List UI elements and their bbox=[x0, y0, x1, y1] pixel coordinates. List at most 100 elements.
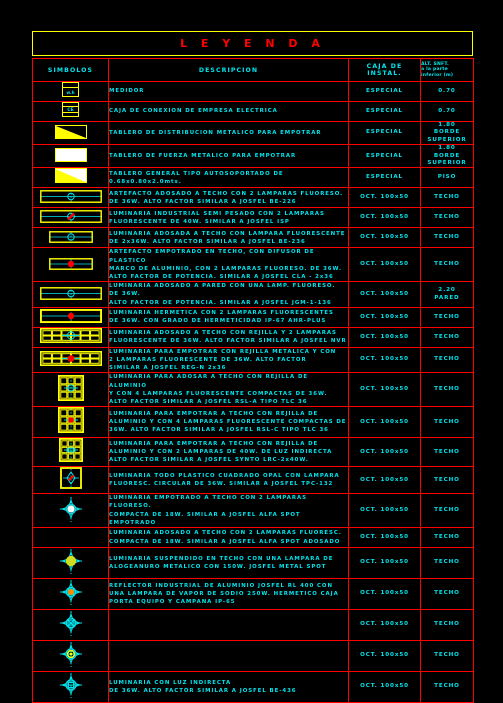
mounting-height-cell: TECHO bbox=[420, 466, 474, 495]
symbol-cell bbox=[32, 372, 109, 408]
description-cell: TABLERO GENERAL TIPO AUTOSOPORTADO DE 0.… bbox=[108, 167, 349, 189]
install-box-cell: OCT. 100x50 bbox=[348, 406, 421, 439]
mounting-height-cell: 0.70 bbox=[420, 81, 474, 102]
install-box-cell: OCT. 100x50 bbox=[348, 527, 421, 549]
symbol-cell bbox=[32, 609, 109, 642]
description-cell: LUMINARIA INDUSTRIAL SEMI PESADO CON 2 L… bbox=[108, 207, 349, 229]
legend-title-bar: L E Y E N D A bbox=[32, 31, 473, 56]
install-box-cell: OCT. 100x50 bbox=[348, 372, 421, 408]
surface-square-louver-4lamp-icon bbox=[57, 374, 84, 401]
table-row: ARTEFACTO ADOSADO A TECHO CON 2 LAMPARAS… bbox=[32, 187, 474, 209]
install-box-cell: OCT. 100x50 bbox=[348, 187, 421, 209]
industrial-reflector-icon bbox=[58, 579, 84, 606]
table-row: TABLERO DE DISTRIBUCION METALICO PARA EM… bbox=[32, 120, 474, 146]
table-row: OCT. 100x50 TECHO bbox=[32, 609, 474, 642]
symbol-cell bbox=[32, 671, 109, 703]
table-row: LUMINARIA ADOSADO A TECHO CON 2 LAMPARAS… bbox=[32, 527, 474, 549]
install-box-cell: OCT. 100x50 bbox=[348, 247, 421, 283]
description-cell: LUMINARIA PARA EMPOTRAR CON REJILLA META… bbox=[108, 346, 349, 374]
mounting-height-cell: 1.80 BORDE SUPERIOR bbox=[420, 120, 474, 146]
table-row: LUMINARIA TODO PLASTICO CUADRADO OPAL CO… bbox=[32, 466, 474, 495]
description-cell: LUMINARIA PARA ADOSAR A TECHO CON REJILL… bbox=[108, 372, 349, 408]
symbol-cell bbox=[32, 227, 109, 249]
description-cell: REFLECTOR INDUSTRIAL DE ALUMINIO JOSFEL … bbox=[108, 578, 349, 611]
table-row: LUMINARIA CON LUZ INDIRECTA DE 36W. ALTO… bbox=[32, 671, 474, 703]
mounting-height-cell: TECHO bbox=[420, 406, 474, 439]
suspended-metal-halide-icon bbox=[58, 548, 84, 575]
watt-hour-meter-box-icon: w.h bbox=[62, 82, 79, 97]
yellow-ring-circle-icon bbox=[58, 641, 84, 668]
symbol-cell bbox=[32, 578, 109, 611]
install-box-cell: OCT. 100x50 bbox=[348, 466, 421, 495]
install-box-cell: OCT. 100x50 bbox=[348, 547, 421, 580]
install-box-cell: OCT. 100x50 bbox=[348, 578, 421, 611]
table-row: LUMINARIA HERMETICA CON 2 LAMPARAS FLUOR… bbox=[32, 306, 474, 328]
table-row: LUMINARIA SUSPENDIDO EN TECHO CON UNA LA… bbox=[32, 547, 474, 580]
symbol-cell bbox=[32, 406, 109, 439]
symbol-cell bbox=[32, 466, 109, 495]
mounting-height-cell: TECHO bbox=[420, 437, 474, 468]
electric-company-connection-box-icon: CE bbox=[62, 102, 79, 117]
table-row: LUMINARIA INDUSTRIAL SEMI PESADO CON 2 L… bbox=[32, 207, 474, 229]
table-row: LUMINARIA ADOSADO A TECHO CON REJILLA Y … bbox=[32, 326, 474, 348]
symbol-cell bbox=[32, 640, 109, 673]
table-row: LUMINARIA ADOSADA A TECHO CON LAMPARA FL… bbox=[32, 227, 474, 249]
install-box-cell: ESPECIAL bbox=[348, 144, 421, 169]
description-cell: ARTEFACTO ADOSADO A TECHO CON 2 LAMPARAS… bbox=[108, 187, 349, 209]
install-box-cell: ESPECIAL bbox=[348, 120, 421, 146]
mounting-height-cell: TECHO bbox=[420, 326, 474, 348]
symbol-cell bbox=[32, 346, 109, 374]
mounting-height-cell: TECHO bbox=[420, 640, 474, 673]
description-cell: LUMINARIA ADOSADO A PARED CON UNA LAMP. … bbox=[108, 281, 349, 308]
install-box-cell: OCT. 100x50 bbox=[348, 227, 421, 249]
table-row: TABLERO DE FUERZA METALICO PARA EMPOTRAR… bbox=[32, 144, 474, 169]
description-cell: LUMINARIA PARA EMPOTRAR A TECHO CON REJI… bbox=[108, 406, 349, 439]
install-box-cell: OCT. 100x50 bbox=[348, 671, 421, 703]
mounting-height-cell: TECHO bbox=[420, 527, 474, 549]
table-row: w.h MEDIDOR ESPECIAL 0.70 bbox=[32, 81, 474, 102]
symbol-cell bbox=[32, 547, 109, 580]
install-box-cell: OCT. 100x50 bbox=[348, 326, 421, 348]
general-panel-icon bbox=[54, 168, 87, 184]
table-row: LUMINARIA EMPOTRADO A TECHO CON 2 LAMPAR… bbox=[32, 493, 474, 529]
industrial-linear-2lamp-icon bbox=[39, 210, 102, 224]
column-header-description: DESCRIPCION bbox=[108, 58, 349, 82]
surface-linear-1lamp-icon bbox=[48, 231, 93, 244]
install-box-cell: ESPECIAL bbox=[348, 101, 421, 122]
description-cell: LUMINARIA HERMETICA CON 2 LAMPARAS FLUOR… bbox=[108, 306, 349, 328]
mounting-height-cell: TECHO bbox=[420, 372, 474, 408]
symbol-cell: w.h bbox=[32, 81, 109, 102]
header-row: SIMBOLOS DESCRIPCION CAJA DE INSTAL. ALT… bbox=[32, 58, 474, 82]
symbol-cell bbox=[32, 247, 109, 283]
description-cell: LUMINARIA ADOSADO A TECHO CON 2 LAMPARAS… bbox=[108, 527, 349, 549]
description-cell: LUMINARIA EMPOTRADO A TECHO CON 2 LAMPAR… bbox=[108, 493, 349, 529]
install-box-cell: OCT. 100x50 bbox=[348, 346, 421, 374]
surface-linear-2lamp-icon bbox=[39, 190, 102, 204]
mounting-height-cell: 0.70 bbox=[420, 101, 474, 122]
description-cell: TABLERO DE FUERZA METALICO PARA EMPOTRAR bbox=[108, 144, 349, 169]
mounting-height-cell: PISO bbox=[420, 167, 474, 189]
description-cell: LUMINARIA TODO PLASTICO CUADRADO OPAL CO… bbox=[108, 466, 349, 495]
mounting-height-cell: TECHO bbox=[420, 609, 474, 642]
table-body: w.h MEDIDOR ESPECIAL 0.70 CE CAJA DE CONEXION… bbox=[32, 81, 474, 703]
table-row: LUMINARIA PARA EMPOTRAR A TECHO CON REJI… bbox=[32, 437, 474, 468]
install-box-cell: OCT. 100x50 bbox=[348, 493, 421, 529]
mounting-height-cell: 1.80 BORDE SUPERIOR bbox=[420, 144, 474, 169]
recessed-square-louver-4lamp-icon bbox=[57, 407, 84, 434]
square-opal-plastic-icon bbox=[59, 467, 82, 490]
description-cell: LUMINARIA ADOSADA A TECHO CON LAMPARA FL… bbox=[108, 227, 349, 249]
column-header-symbols: SIMBOLOS bbox=[32, 58, 109, 82]
description-cell: LUMINARIA ADOSADO A TECHO CON REJILLA Y … bbox=[108, 326, 349, 348]
table-row: TABLERO GENERAL TIPO AUTOSOPORTADO DE 0.… bbox=[32, 167, 474, 189]
recessed-square-indirect-icon bbox=[58, 438, 83, 463]
recessed-linear-diffuser-icon bbox=[48, 258, 93, 271]
description-cell bbox=[108, 609, 349, 642]
power-panel-icon bbox=[54, 147, 87, 162]
description-cell: LUMINARIA SUSPENDIDO EN TECHO CON UNA LA… bbox=[108, 547, 349, 580]
description-cell bbox=[108, 640, 349, 673]
mounting-height-cell: TECHO bbox=[420, 187, 474, 209]
description-cell: MEDIDOR bbox=[108, 81, 349, 102]
install-box-cell: ESPECIAL bbox=[348, 167, 421, 189]
mounting-height-cell: TECHO bbox=[420, 306, 474, 328]
table-row: OCT. 100x50 TECHO bbox=[32, 640, 474, 673]
